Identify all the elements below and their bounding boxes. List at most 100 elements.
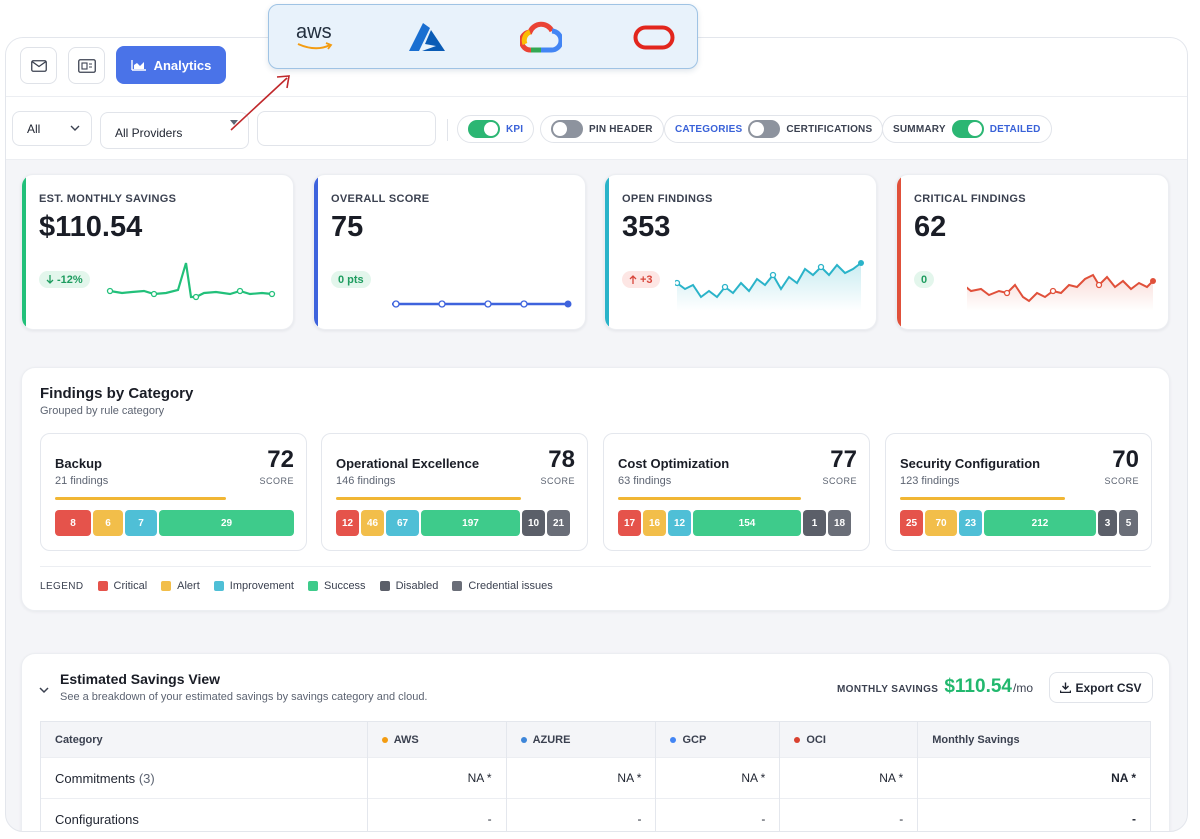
azure-dot: [520, 736, 527, 743]
pin-header-toggle-pill[interactable]: PIN HEADER: [540, 115, 664, 143]
severity-legend: LEGEND Critical Alert Improvement Succes…: [40, 580, 553, 592]
category-name: Cost Optimization: [618, 456, 730, 471]
score-sparkline: [392, 300, 572, 308]
segment-improvement[interactable]: 67: [386, 510, 419, 536]
column-header-aws[interactable]: AWS: [367, 721, 507, 758]
azure-logo[interactable]: [407, 22, 447, 54]
category-card-operational-excellence[interactable]: Operational Excellence 146 findings 78 S…: [321, 433, 588, 551]
kpi-title: EST. MONTHLY SAVINGS: [39, 193, 177, 205]
category-score: 78: [548, 446, 575, 473]
legend-divider: [40, 566, 1151, 567]
summary-detailed-toggle[interactable]: [951, 120, 984, 138]
segment-critical[interactable]: 25: [900, 510, 923, 536]
category-card-backup[interactable]: Backup 21 findings 72 SCORE 8 6 7 29: [40, 433, 307, 551]
analytics-button[interactable]: Analytics: [116, 46, 226, 84]
score-label: SCORE: [822, 476, 857, 486]
segment-alert[interactable]: 16: [643, 510, 666, 536]
pin-header-label: PIN HEADER: [589, 123, 653, 135]
segment-alert[interactable]: 46: [361, 510, 384, 536]
category-count: 146 findings: [336, 475, 396, 487]
segment-disabled[interactable]: 1: [803, 510, 826, 536]
monthly-savings-summary: MONTHLY SAVINGS $110.54 /mo: [837, 676, 1033, 698]
category-card-cost-optimization[interactable]: Cost Optimization 63 findings 77 SCORE 1…: [603, 433, 870, 551]
kpi-delta-badge: 0: [914, 271, 935, 288]
annotation-arrow: [230, 75, 290, 131]
kpi-title: OPEN FINDINGS: [622, 193, 713, 205]
aws-logo[interactable]: aws: [296, 21, 336, 53]
download-icon: [1060, 682, 1072, 693]
segment-improvement[interactable]: 7: [125, 510, 157, 536]
table-row[interactable]: Commitments (3) NA * NA * NA * NA * NA *: [40, 757, 1151, 799]
table-row[interactable]: Configurations - - - - -: [40, 798, 1151, 831]
estimated-savings-panel: Estimated Savings View See a breakdown o…: [21, 653, 1170, 831]
segment-disabled[interactable]: 3: [1098, 510, 1117, 536]
segment-success[interactable]: 154: [693, 510, 801, 536]
severity-segments: 25 70 23 212 3 5: [900, 510, 1138, 536]
kpi-value: 62: [914, 211, 947, 243]
scope-select[interactable]: All: [12, 111, 92, 146]
row-total-cell: NA *: [917, 757, 1151, 799]
segment-credential[interactable]: 21: [547, 510, 570, 536]
category-card-security-configuration[interactable]: Security Configuration 123 findings 70 S…: [885, 433, 1152, 551]
segment-credential[interactable]: 5: [1119, 510, 1138, 536]
filter-divider: [447, 119, 448, 141]
kpi-card-critical-findings[interactable]: CRITICAL FINDINGS 62 0: [896, 174, 1169, 330]
column-header-category[interactable]: Category: [40, 721, 368, 758]
export-csv-button[interactable]: Export CSV: [1049, 672, 1153, 703]
row-gcp-cell: -: [655, 798, 781, 831]
column-header-azure[interactable]: AZURE: [506, 721, 657, 758]
column-header-gcp[interactable]: GCP: [655, 721, 781, 758]
kpi-delta-badge: 0 pts: [331, 271, 371, 288]
segment-critical[interactable]: 8: [55, 510, 91, 536]
collapse-chevron-icon[interactable]: [38, 684, 50, 696]
category-score: 77: [830, 446, 857, 473]
segment-success[interactable]: 212: [984, 510, 1096, 536]
kpi-accent-bar: [897, 175, 901, 329]
severity-segments: 8 6 7 29: [55, 510, 294, 536]
findings-title: Findings by Category: [40, 385, 194, 402]
pin-header-toggle[interactable]: [551, 120, 583, 138]
segment-improvement[interactable]: 12: [668, 510, 691, 536]
summary-detailed-toggle-pill[interactable]: SUMMARY DETAILED: [882, 115, 1052, 143]
kpi-delta: -12%: [57, 273, 83, 286]
severity-segments: 17 16 12 154 1 18: [618, 510, 851, 536]
detailed-label: DETAILED: [989, 123, 1041, 135]
category-cert-toggle-pill[interactable]: CATEGORIES CERTIFICATIONS: [664, 115, 884, 143]
oracle-logo[interactable]: [633, 25, 675, 51]
kpi-value: $110.54: [39, 211, 143, 243]
savings-table: Category AWS AZURE GCP OCI Monthly Savin…: [40, 721, 1151, 831]
legend-heading: LEGEND: [40, 580, 84, 592]
segment-credential[interactable]: 18: [828, 510, 851, 536]
category-cert-toggle[interactable]: [748, 120, 781, 138]
kpi-card-score[interactable]: OVERALL SCORE 75 0 pts: [313, 174, 586, 330]
row-oci-cell: -: [779, 798, 919, 831]
segment-alert[interactable]: 6: [93, 510, 123, 536]
category-count: 21 findings: [55, 475, 109, 487]
kpi-title: CRITICAL FINDINGS: [914, 193, 1026, 205]
segment-alert[interactable]: 70: [925, 510, 957, 536]
report-button[interactable]: [68, 47, 105, 84]
kpi-delta: 0 pts: [338, 273, 364, 286]
segment-improvement[interactable]: 23: [959, 510, 982, 536]
score-progress-bar: [900, 497, 1065, 500]
segment-success[interactable]: 197: [421, 510, 520, 536]
kpi-toggle-pill[interactable]: KPI: [457, 115, 535, 143]
arrow-down-icon: [46, 275, 54, 284]
row-azure-cell: -: [506, 798, 657, 831]
open-findings-sparkline: [675, 260, 864, 311]
mail-button[interactable]: [20, 47, 57, 84]
legend-item-critical: Critical: [97, 580, 147, 592]
segment-success[interactable]: 29: [159, 510, 294, 536]
kpi-card-savings[interactable]: EST. MONTHLY SAVINGS $110.54 -12%: [21, 174, 294, 330]
chart-icon: [130, 60, 146, 71]
kpi-toggle[interactable]: [468, 120, 500, 138]
kpi-card-open-findings[interactable]: OPEN FINDINGS 353 +3: [604, 174, 877, 330]
gcp-logo[interactable]: [520, 20, 562, 54]
chevron-down-icon: [70, 125, 80, 131]
column-header-oci[interactable]: OCI: [779, 721, 919, 758]
segment-disabled[interactable]: 10: [522, 510, 545, 536]
segment-critical[interactable]: 12: [336, 510, 359, 536]
score-label: SCORE: [540, 476, 575, 486]
column-header-monthly-savings[interactable]: Monthly Savings: [917, 721, 1151, 758]
segment-critical[interactable]: 17: [618, 510, 641, 536]
